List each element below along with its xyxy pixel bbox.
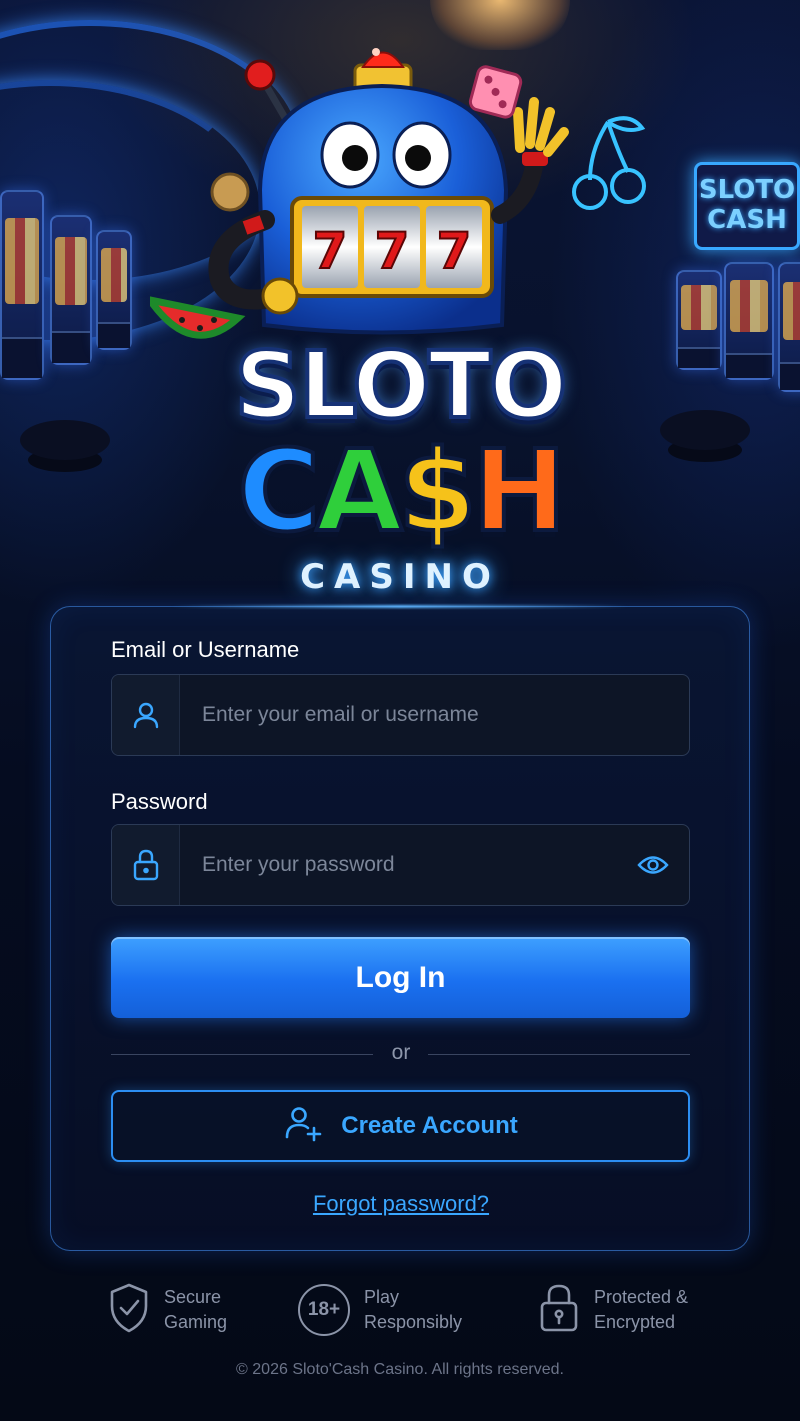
badge-protected-line2: Encrypted bbox=[594, 1312, 676, 1332]
badge-play-responsibly: 18+ Play Responsibly bbox=[298, 1282, 462, 1338]
user-icon bbox=[112, 675, 180, 755]
create-account-button[interactable]: Create Account bbox=[111, 1090, 690, 1162]
logo-text-cash-letters: CA$H bbox=[236, 427, 569, 557]
slot-machine bbox=[724, 262, 774, 380]
brand-logo: SLOTO CA$H CASINO bbox=[200, 320, 600, 600]
logo-text-sloto: SLOTO bbox=[233, 332, 570, 439]
divider-or-text: or bbox=[391, 1041, 411, 1064]
age-18-plus-icon: 18+ bbox=[298, 1284, 350, 1336]
login-button[interactable]: Log In bbox=[111, 937, 690, 1018]
slot-machine bbox=[676, 270, 722, 370]
logo-subtitle: CASINO bbox=[300, 557, 500, 597]
login-card: Email or Username Enter your email or us… bbox=[50, 606, 750, 1251]
logo-letter: A bbox=[314, 427, 405, 557]
email-field[interactable]: Enter your email or username bbox=[111, 674, 690, 756]
svg-text:7: 7 bbox=[313, 222, 348, 280]
email-placeholder: Enter your email or username bbox=[202, 703, 479, 726]
password-label: Password bbox=[111, 789, 208, 814]
svg-text:7: 7 bbox=[437, 222, 472, 280]
badge-protected-line1: Protected & bbox=[594, 1287, 689, 1307]
eye-icon[interactable] bbox=[637, 825, 669, 905]
slot-machine bbox=[96, 230, 132, 350]
copyright-footer: © 2026 Sloto'Cash Casino. All rights res… bbox=[236, 1361, 564, 1378]
neon-sign: SLOTO CASH bbox=[694, 162, 800, 250]
lock-icon bbox=[112, 825, 180, 905]
badge-secure-gaming: Secure Gaming bbox=[108, 1282, 227, 1338]
svg-text:7: 7 bbox=[375, 222, 410, 280]
email-label: Email or Username bbox=[111, 637, 300, 662]
logo-letter: $ bbox=[397, 427, 479, 557]
slot-machine bbox=[50, 215, 92, 365]
badge-protected-encrypted: Protected & Encrypted bbox=[538, 1282, 688, 1338]
casino-stool bbox=[20, 420, 110, 460]
logo-letter: H bbox=[471, 427, 569, 557]
badge-secure-line2: Gaming bbox=[164, 1312, 228, 1332]
slot-machine bbox=[778, 262, 800, 392]
casino-stool bbox=[660, 410, 750, 450]
password-field[interactable]: Enter your password bbox=[111, 824, 690, 906]
add-user-icon bbox=[283, 1103, 323, 1150]
create-account-label: Create Account bbox=[341, 1112, 518, 1139]
logo-letter: C bbox=[236, 427, 322, 557]
badge-play-line1: Play bbox=[364, 1287, 400, 1307]
logo-text-cash: CA$H bbox=[200, 427, 600, 557]
shield-check-icon bbox=[108, 1282, 150, 1339]
padlock-icon bbox=[538, 1282, 580, 1339]
slot-machine bbox=[0, 190, 44, 380]
password-placeholder: Enter your password bbox=[202, 853, 395, 876]
forgot-password-link[interactable]: Forgot password? bbox=[51, 1191, 751, 1217]
badge-secure-line1: Secure bbox=[164, 1287, 222, 1307]
badge-play-line2: Responsibly bbox=[364, 1312, 463, 1332]
